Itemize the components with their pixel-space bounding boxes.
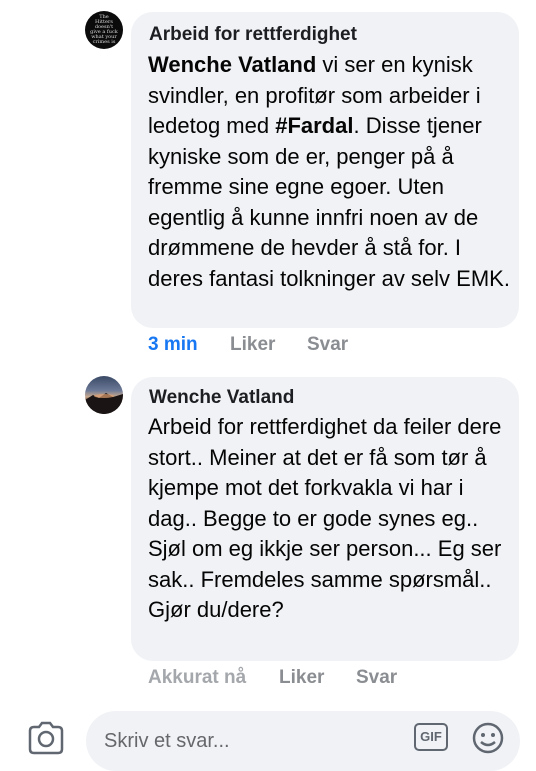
comment-author[interactable]: Arbeid for rettferdighet [149,24,357,46]
comment-timestamp[interactable]: Akkurat nå [148,667,246,689]
like-button[interactable]: Liker [230,334,275,356]
page-logo-icon: The Hitters doesn't give a fuck what you… [90,14,118,45]
like-button[interactable]: Liker [279,667,324,689]
sunset-avatar [85,393,123,414]
reply-input[interactable] [102,729,386,754]
reply-button[interactable]: Svar [307,334,348,356]
avatar-arbeid-for-rettferdighet[interactable]: The Hitters doesn't give a fuck what you… [85,11,123,49]
comment-bubble-1: Arbeid for rettferdighet Wenche Vatland … [131,12,519,328]
reply-composer: GIF [86,711,520,771]
comment-bubble-2: Wenche Vatland Arbeid for rettferdighet … [131,377,519,661]
comment-text: Wenche Vatland vi ser en kynisk svindler… [148,50,514,294]
gif-button[interactable]: GIF [414,723,448,751]
comment-author[interactable]: Wenche Vatland [149,387,294,409]
camera-icon[interactable] [26,721,66,755]
comment-timestamp[interactable]: 3 min [148,334,198,356]
emoji-icon[interactable] [471,721,505,755]
comment-text-part2: . Disse tjener kyniske som de er, penger… [148,113,510,291]
avatar-wenche-vatland[interactable] [85,376,123,414]
comment-text: Arbeid for rettferdighet da feiler dere … [148,414,502,622]
reply-button[interactable]: Svar [356,667,397,689]
mention-link[interactable]: Wenche Vatland [148,52,316,77]
hashtag-link[interactable]: #Fardal [275,113,353,138]
